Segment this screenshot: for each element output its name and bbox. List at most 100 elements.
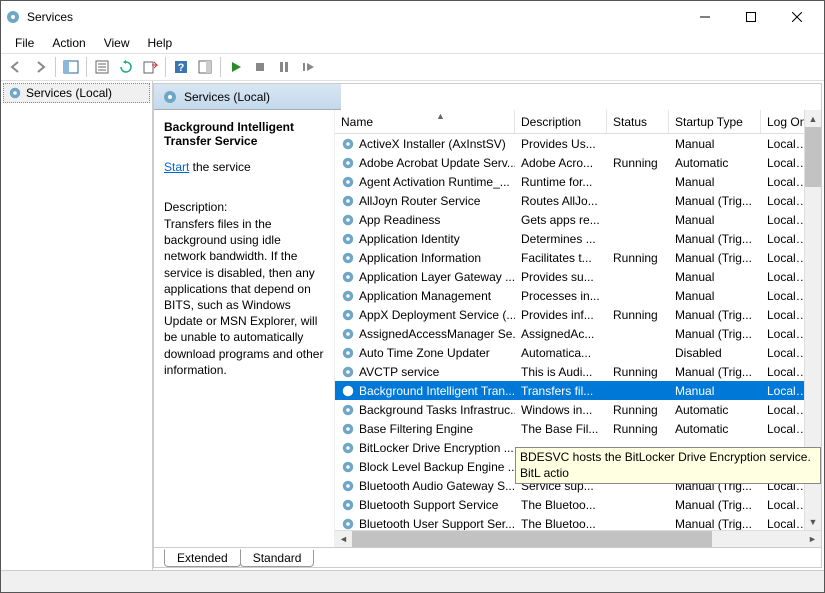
service-desc: Adobe Acro...	[515, 156, 607, 170]
service-row[interactable]: Application InformationFacilitates t...R…	[335, 248, 821, 267]
service-startup: Manual (Trig...	[669, 517, 761, 531]
service-name: Bluetooth User Support Ser...	[359, 517, 515, 531]
minimize-button[interactable]	[682, 1, 728, 33]
scroll-down-icon[interactable]: ▼	[805, 513, 821, 530]
service-name: Application Layer Gateway ...	[359, 270, 515, 284]
service-icon	[341, 270, 355, 284]
service-icon	[341, 517, 355, 531]
service-icon	[341, 365, 355, 379]
help-button[interactable]: ?	[170, 56, 192, 78]
show-hide-tree-button[interactable]	[60, 56, 82, 78]
service-desc: Provides inf...	[515, 308, 607, 322]
service-row[interactable]: Bluetooth Support ServiceThe Bluetoo...M…	[335, 495, 821, 514]
service-status: Running	[607, 308, 669, 322]
menu-action[interactable]: Action	[44, 34, 93, 52]
service-icon	[341, 346, 355, 360]
service-icon	[341, 460, 355, 474]
stop-service-button[interactable]	[249, 56, 271, 78]
service-row[interactable]: AssignedAccessManager Se...AssignedAc...…	[335, 324, 821, 343]
horizontal-scrollbar[interactable]: ◄ ►	[335, 530, 821, 547]
col-name[interactable]: Name▲	[335, 110, 515, 133]
service-row[interactable]: Adobe Acrobat Update Serv...Adobe Acro..…	[335, 153, 821, 172]
forward-button[interactable]	[29, 56, 51, 78]
services-list: Name▲ Description Status Startup Type Lo…	[334, 110, 821, 547]
tab-standard[interactable]: Standard	[240, 550, 315, 567]
service-row[interactable]: Bluetooth User Support Ser...The Bluetoo…	[335, 514, 821, 530]
service-name: Base Filtering Engine	[359, 422, 473, 436]
service-row[interactable]: AllJoyn Router ServiceRoutes AllJo...Man…	[335, 191, 821, 210]
tooltip: BDESVC hosts the BitLocker Drive Encrypt…	[515, 447, 821, 484]
service-desc: Determines ...	[515, 232, 607, 246]
col-description[interactable]: Description	[515, 110, 607, 133]
service-desc: The Bluetoo...	[515, 517, 607, 531]
service-row[interactable]: Application Layer Gateway ...Provides su…	[335, 267, 821, 286]
service-desc: Provides Us...	[515, 137, 607, 151]
tree-root-label: Services (Local)	[26, 86, 112, 100]
service-startup: Manual	[669, 270, 761, 284]
service-icon	[341, 194, 355, 208]
pane-header-icon	[162, 89, 178, 105]
service-row[interactable]: Application ManagementProcesses in...Man…	[335, 286, 821, 305]
service-startup: Manual (Trig...	[669, 194, 761, 208]
service-startup: Disabled	[669, 346, 761, 360]
tree-root[interactable]: Services (Local)	[3, 83, 150, 103]
service-status: Running	[607, 365, 669, 379]
status-bar	[1, 570, 824, 592]
service-startup: Manual (Trig...	[669, 251, 761, 265]
service-name: Application Identity	[359, 232, 460, 246]
service-row[interactable]: Auto Time Zone UpdaterAutomatica...Disab…	[335, 343, 821, 362]
refresh-button[interactable]	[115, 56, 137, 78]
start-service-link[interactable]: Start	[164, 160, 189, 174]
service-name: Application Information	[359, 251, 481, 265]
pause-service-button[interactable]	[273, 56, 295, 78]
action-pane-button[interactable]	[194, 56, 216, 78]
service-row[interactable]: AVCTP serviceThis is Audi...RunningManua…	[335, 362, 821, 381]
start-service-button[interactable]	[225, 56, 247, 78]
service-row[interactable]: Background Tasks Infrastruc...Windows in…	[335, 400, 821, 419]
menu-bar: File Action View Help	[1, 33, 824, 53]
service-icon	[341, 156, 355, 170]
properties-button[interactable]	[91, 56, 113, 78]
maximize-button[interactable]	[728, 1, 774, 33]
export-list-button[interactable]	[139, 56, 161, 78]
scroll-up-icon[interactable]: ▲	[805, 110, 821, 127]
back-button[interactable]	[5, 56, 27, 78]
scroll-right-icon[interactable]: ►	[804, 531, 821, 548]
service-name: App Readiness	[359, 213, 440, 227]
service-desc: Facilitates t...	[515, 251, 607, 265]
service-startup: Manual (Trig...	[669, 365, 761, 379]
service-row[interactable]: Agent Activation Runtime_...Runtime for.…	[335, 172, 821, 191]
service-startup: Manual (Trig...	[669, 308, 761, 322]
title-bar: Services	[1, 1, 824, 33]
detail-pane: Background Intelligent Transfer Service …	[154, 110, 334, 547]
service-startup: Automatic	[669, 403, 761, 417]
service-row[interactable]: App ReadinessGets apps re...ManualLocal …	[335, 210, 821, 229]
service-name: Agent Activation Runtime_...	[359, 175, 510, 189]
service-row[interactable]: ActiveX Installer (AxInstSV) Provides Us.…	[335, 134, 821, 153]
menu-help[interactable]: Help	[140, 34, 181, 52]
service-desc: Provides su...	[515, 270, 607, 284]
service-status: Running	[607, 403, 669, 417]
col-startup[interactable]: Startup Type	[669, 110, 761, 133]
service-row[interactable]: Base Filtering Engine The Base Fil...Runn…	[335, 419, 821, 438]
service-desc: The Base Fil...	[515, 422, 607, 436]
service-row[interactable]: Application IdentityDetermines ...Manual…	[335, 229, 821, 248]
h-scroll-thumb[interactable]	[352, 531, 712, 547]
service-name: ActiveX Installer (AxInstSV)	[359, 137, 506, 151]
v-scroll-thumb[interactable]	[805, 127, 821, 187]
window-title: Services	[27, 10, 682, 24]
menu-view[interactable]: View	[96, 34, 138, 52]
service-row[interactable]: Background Intelligent Tran...Transfers …	[335, 381, 821, 400]
service-icon	[341, 403, 355, 417]
service-status: Running	[607, 422, 669, 436]
start-suffix: the service	[189, 160, 250, 174]
service-row[interactable]: AppX Deployment Service (...Provides inf…	[335, 305, 821, 324]
menu-file[interactable]: File	[7, 34, 42, 52]
service-startup: Manual (Trig...	[669, 498, 761, 512]
tab-extended[interactable]: Extended	[164, 549, 241, 567]
close-button[interactable]	[774, 1, 820, 33]
service-icon	[341, 251, 355, 265]
scroll-left-icon[interactable]: ◄	[335, 531, 352, 548]
col-status[interactable]: Status	[607, 110, 669, 133]
restart-service-button[interactable]	[297, 56, 319, 78]
